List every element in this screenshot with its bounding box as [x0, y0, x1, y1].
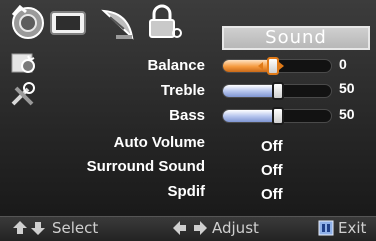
- tv-picture-icon[interactable]: [8, 3, 48, 41]
- left-right-arrows-icon: [173, 221, 207, 235]
- auto-volume-value[interactable]: Off: [261, 138, 283, 155]
- screen-icon[interactable]: [48, 3, 88, 41]
- adjust-hint: Adjust: [172, 219, 259, 237]
- exit-hint-label: Exit: [338, 219, 367, 237]
- right-arrow-icon: [279, 62, 284, 70]
- treble-slider-fill: [223, 85, 278, 97]
- setup-gear-icon[interactable]: [8, 48, 38, 78]
- menu-button-icon: [318, 220, 334, 236]
- treble-value: 50: [339, 80, 355, 96]
- bass-slider[interactable]: [222, 107, 332, 125]
- surround-sound-value[interactable]: Off: [261, 162, 283, 179]
- bass-label: Bass: [169, 107, 205, 124]
- balance-value: 0: [339, 56, 347, 72]
- bass-slider-fill: [223, 110, 278, 122]
- satellite-dish-icon[interactable]: [98, 3, 138, 41]
- left-arrow-icon: [258, 62, 263, 70]
- balance-slider[interactable]: [222, 57, 332, 75]
- up-down-arrows-icon: [13, 221, 45, 235]
- spdif-value[interactable]: Off: [261, 186, 283, 203]
- balance-label: Balance: [147, 57, 205, 74]
- spdif-label[interactable]: Spdif: [168, 183, 206, 200]
- bass-value: 50: [339, 106, 355, 122]
- treble-label: Treble: [160, 82, 205, 99]
- auto-volume-label[interactable]: Auto Volume: [114, 134, 205, 151]
- menu-title: Sound: [222, 26, 370, 50]
- lock-icon[interactable]: [144, 3, 184, 41]
- select-hint: Select: [12, 219, 98, 237]
- tools-icon[interactable]: [8, 80, 38, 110]
- exit-hint: Exit: [318, 219, 366, 237]
- adjust-hint-label: Adjust: [212, 219, 259, 237]
- select-hint-label: Select: [52, 219, 99, 237]
- bass-slider-knob[interactable]: [272, 107, 284, 125]
- treble-slider-knob[interactable]: [272, 82, 284, 100]
- balance-slider-fill: [223, 60, 273, 72]
- surround-sound-label[interactable]: Surround Sound: [87, 158, 205, 175]
- help-bar: Select Adjust Exit: [0, 216, 376, 241]
- treble-slider[interactable]: [222, 82, 332, 100]
- balance-slider-knob[interactable]: [258, 57, 284, 75]
- osd-menu: Sound Balance 0 Treble 50 Bass 50 Auto V…: [0, 0, 376, 241]
